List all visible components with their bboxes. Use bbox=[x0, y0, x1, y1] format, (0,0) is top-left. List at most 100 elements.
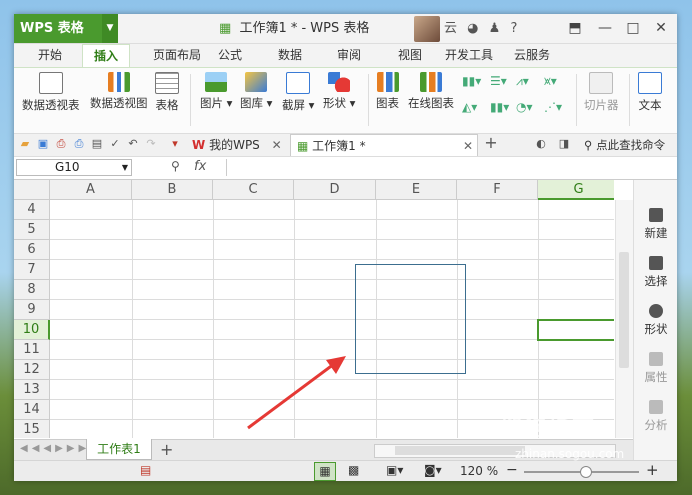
user-name[interactable]: 云 bbox=[444, 14, 457, 43]
row-header-6[interactable]: 6 bbox=[14, 240, 50, 260]
online-chart-button[interactable]: 在线图表 bbox=[408, 72, 454, 111]
rectangle-shape[interactable] bbox=[355, 264, 466, 374]
sheet-tab-1[interactable]: 工作表1 bbox=[86, 439, 152, 460]
bar-chart-dropdown[interactable]: ☰▾ bbox=[490, 74, 507, 88]
quick-access-dropdown-icon[interactable]: ▾ bbox=[168, 137, 182, 151]
shape-button[interactable]: 形状 ▾ bbox=[323, 72, 355, 111]
redo-icon[interactable]: ↷ bbox=[144, 137, 158, 151]
column-header-d[interactable]: D bbox=[294, 180, 376, 200]
shirt-icon[interactable]: ♟ bbox=[489, 14, 501, 43]
row-header-12[interactable]: 12 bbox=[14, 360, 50, 380]
restore-icon[interactable]: ⬒ bbox=[562, 14, 588, 43]
row-header-11[interactable]: 11 bbox=[14, 340, 50, 360]
table-button[interactable]: 表格 bbox=[155, 72, 179, 113]
row-header-7[interactable]: 7 bbox=[14, 260, 50, 280]
combo-chart-dropdown[interactable]: ▮▮▾ bbox=[490, 100, 509, 114]
normal-view-icon[interactable]: ▦ bbox=[314, 462, 336, 481]
tab-cloud[interactable]: 云服务 bbox=[507, 44, 557, 67]
chevron-down-icon[interactable]: ▼ bbox=[122, 160, 128, 175]
zoom-slider-knob[interactable] bbox=[580, 466, 592, 478]
row-header-5[interactable]: 5 bbox=[14, 220, 50, 240]
row-header-8[interactable]: 8 bbox=[14, 280, 50, 300]
column-header-b[interactable]: B bbox=[132, 180, 213, 200]
selected-cell-g10[interactable] bbox=[537, 319, 614, 341]
tab-data[interactable]: 数据 bbox=[270, 44, 310, 67]
sheet-nav-arrows[interactable]: ◀◀◀▶▶▶ bbox=[20, 443, 90, 454]
new-button[interactable]: 新建 bbox=[634, 208, 677, 241]
new-tab-icon[interactable]: + bbox=[484, 135, 498, 151]
add-sheet-button[interactable]: + bbox=[160, 440, 173, 459]
page-break-view-icon[interactable]: ▩ bbox=[348, 463, 359, 477]
close-tab-icon[interactable]: ✕ bbox=[272, 138, 282, 152]
pivot-chart-button[interactable]: 数据透视图 bbox=[90, 72, 148, 111]
text-button[interactable]: 文本 bbox=[638, 72, 662, 113]
area-chart-dropdown[interactable]: ◭▾ bbox=[462, 100, 477, 114]
print-icon[interactable]: ⎙ bbox=[72, 137, 86, 151]
formula-input[interactable] bbox=[226, 159, 675, 176]
tab-my-wps[interactable]: W 我的WPS ✕ bbox=[192, 134, 284, 156]
minimize-button[interactable]: — bbox=[592, 14, 618, 43]
close-button[interactable]: ✕ bbox=[648, 14, 674, 43]
export-pdf-icon[interactable]: ⎙ bbox=[54, 137, 68, 151]
tab-developer[interactable]: 开发工具 bbox=[438, 44, 500, 67]
function-button[interactable]: fx bbox=[194, 159, 206, 174]
zoom-out-button[interactable]: − bbox=[506, 462, 518, 478]
line-chart-dropdown[interactable]: ⩘▾ bbox=[516, 74, 529, 89]
user-avatar[interactable] bbox=[414, 16, 440, 42]
help-button[interactable]: ? bbox=[510, 14, 517, 43]
row-header-10[interactable]: 10 bbox=[14, 320, 50, 340]
zoom-in-button[interactable]: + bbox=[646, 461, 659, 479]
undo-icon[interactable]: ↶ bbox=[126, 137, 140, 151]
pivot-table-button[interactable]: 数据透视表 bbox=[22, 72, 80, 113]
chevron-down-icon[interactable]: ▼ bbox=[102, 14, 118, 43]
screenshot-button[interactable]: 截屏 ▾ bbox=[282, 72, 314, 113]
tab-insert[interactable]: 插入 bbox=[82, 44, 130, 67]
tab-view[interactable]: 视图 bbox=[390, 44, 430, 67]
picture-button[interactable]: 图片 ▾ bbox=[200, 72, 232, 111]
scatter-chart-dropdown[interactable]: ⋰▾ bbox=[544, 100, 562, 114]
tab-page-layout[interactable]: 页面布局 bbox=[138, 44, 216, 67]
open-folder-icon[interactable]: ▰ bbox=[18, 137, 32, 151]
row-header-15[interactable]: 15 bbox=[14, 420, 50, 438]
column-header-f[interactable]: F bbox=[457, 180, 538, 200]
gallery-button[interactable]: 图库 ▾ bbox=[240, 72, 272, 111]
back-icon[interactable]: ◐ bbox=[534, 137, 548, 151]
column-header-a[interactable]: A bbox=[50, 180, 132, 200]
stock-chart-dropdown[interactable]: ⩙▾ bbox=[544, 74, 557, 89]
name-box[interactable]: G10 ▼ bbox=[16, 159, 132, 176]
row-header-4[interactable]: 4 bbox=[14, 200, 50, 220]
select-all-corner[interactable] bbox=[14, 180, 50, 200]
spreadsheet-grid[interactable]: A B C D E F G 4 5 6 7 8 9 10 11 12 13 14… bbox=[14, 180, 614, 438]
share-icon[interactable]: ◨ bbox=[557, 137, 571, 151]
skin-icon[interactable]: ◕ bbox=[467, 14, 478, 43]
chart-button[interactable]: 图表 bbox=[376, 72, 399, 111]
property-button[interactable]: 属性 bbox=[634, 352, 677, 385]
select-button[interactable]: 选择 bbox=[634, 256, 677, 289]
app-menu-button[interactable]: WPS 表格 ▼ bbox=[14, 14, 118, 43]
row-header-14[interactable]: 14 bbox=[14, 400, 50, 420]
scroll-thumb[interactable] bbox=[619, 252, 629, 368]
row-header-9[interactable]: 9 bbox=[14, 300, 50, 320]
search-command-box[interactable]: ⚲ 点此查找命令 bbox=[584, 134, 676, 156]
close-tab-icon[interactable]: ✕ bbox=[463, 135, 473, 157]
column-header-e[interactable]: E bbox=[376, 180, 457, 200]
analysis-button[interactable]: 分析 bbox=[634, 400, 677, 433]
eye-protection-icon[interactable]: ◙▾ bbox=[424, 463, 442, 477]
shape-panel-button[interactable]: 形状 bbox=[634, 304, 677, 337]
tab-workbook[interactable]: ▦ 工作簿1 * ✕ bbox=[290, 134, 478, 156]
column-chart-dropdown[interactable]: ▮▮▾ bbox=[462, 74, 481, 88]
macro-record-icon[interactable]: ▤ bbox=[140, 463, 151, 477]
print-preview-icon[interactable]: ▤ bbox=[90, 137, 104, 151]
slicer-button[interactable]: 切片器 bbox=[584, 72, 619, 113]
row-header-13[interactable]: 13 bbox=[14, 380, 50, 400]
column-header-c[interactable]: C bbox=[213, 180, 294, 200]
spell-check-icon[interactable]: ✓ bbox=[108, 137, 122, 151]
tab-home[interactable]: 开始 bbox=[28, 44, 72, 67]
horizontal-scroll-thumb[interactable] bbox=[395, 446, 525, 455]
tab-formulas[interactable]: 公式 bbox=[210, 44, 250, 67]
zoom-formula-icon[interactable]: ⚲ bbox=[171, 159, 180, 173]
tab-review[interactable]: 审阅 bbox=[329, 44, 369, 67]
reading-layout-icon[interactable]: ▣▾ bbox=[386, 463, 403, 477]
zoom-level[interactable]: 120 % bbox=[460, 464, 498, 478]
vertical-scrollbar[interactable] bbox=[615, 200, 633, 438]
